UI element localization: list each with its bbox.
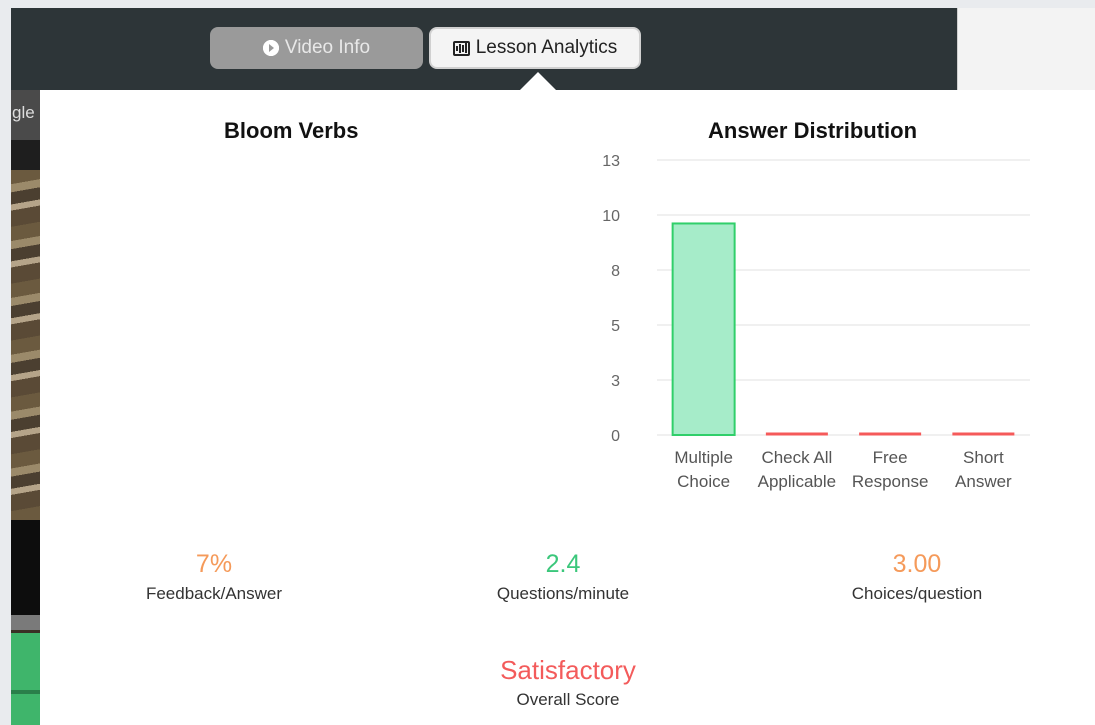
metric-label: Questions/minute (496, 584, 630, 603)
bar-chart-icon (452, 40, 470, 56)
y-tick-label: 13 (602, 153, 620, 170)
y-tick-label: 3 (611, 373, 620, 390)
top-bar-right-panel (957, 8, 1095, 90)
overall-score: Satisfactory Overall Score (438, 655, 698, 710)
answer-distribution-chart: 0 3 5 8 10 13 Multiple Choice Check All Applicabl… (602, 153, 1030, 491)
x-tick-label: Check All Applicable (758, 448, 836, 491)
video-thumbnail-strip[interactable]: gle (11, 90, 40, 725)
metric-label: Feedback/Answer (145, 584, 283, 603)
overall-score-value: Satisfactory (500, 655, 636, 685)
x-tick-label: Free Response (852, 448, 929, 491)
metric-value: 2.4 (545, 550, 581, 578)
bloom-verbs-title: Bloom Verbs (224, 118, 359, 143)
tab-video-info[interactable]: Video Info (210, 27, 423, 69)
popover-pointer (520, 72, 556, 90)
y-tick-label: 8 (611, 263, 620, 280)
metric-label: Choices/question (851, 584, 983, 603)
x-tick-label: Short Answer (955, 448, 1012, 491)
metric-choices-question: 3.00 Choices/question (787, 550, 1047, 604)
metric-value: 7% (195, 550, 233, 578)
y-tick-label: 10 (602, 208, 620, 225)
arrow-circle-icon (262, 40, 279, 56)
tab-lesson-analytics[interactable]: Lesson Analytics (429, 27, 641, 69)
bar (671, 222, 736, 437)
tab-video-info-label: Video Info (284, 37, 371, 58)
overall-score-label: Overall Score (516, 690, 620, 709)
x-tick-label: Multiple Choice (674, 448, 733, 491)
metric-feedback-answer: 7% Feedback/Answer (84, 550, 344, 604)
thumbnail-partial-text: gle (12, 103, 35, 122)
y-tick-label: 0 (611, 428, 620, 445)
tab-lesson-analytics-label: Lesson Analytics (475, 37, 618, 58)
metric-value: 3.00 (892, 550, 942, 578)
metric-questions-minute: 2.4 Questions/minute (433, 550, 693, 604)
answer-distribution-title: Answer Distribution (708, 118, 918, 143)
y-tick-label: 5 (611, 318, 620, 335)
